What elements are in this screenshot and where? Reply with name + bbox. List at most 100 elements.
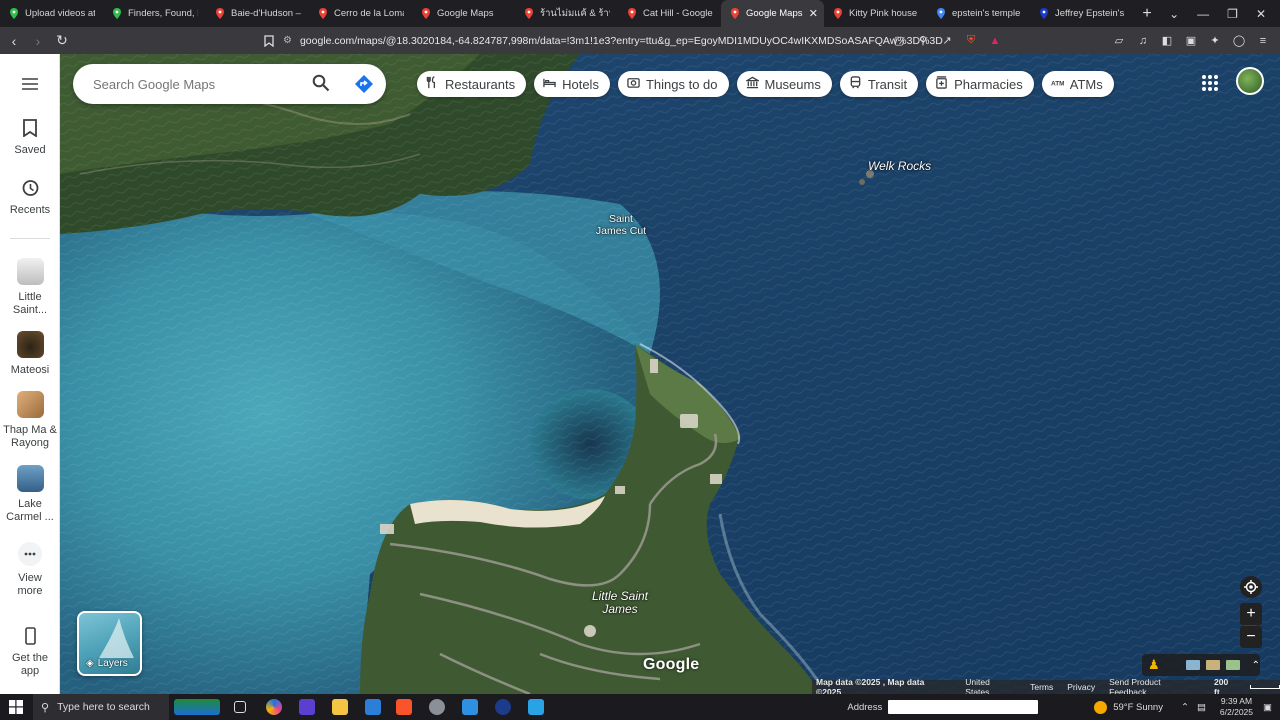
tray-chevron-icon[interactable]: ⌃ [1181, 702, 1189, 713]
copilot-icon[interactable] [266, 699, 282, 715]
layers-button[interactable]: ◈ Layers [77, 611, 142, 676]
zoom-icon[interactable]: ⚲ [916, 34, 930, 48]
map-canvas[interactable] [60, 54, 1280, 694]
browser-tab[interactable]: Finders, Found, Fur [103, 0, 206, 27]
zoom-in-button[interactable]: + [1240, 603, 1262, 625]
chip-hotels[interactable]: Hotels [534, 71, 610, 97]
address-toolbar-input[interactable] [888, 700, 1039, 714]
app-icon-purple[interactable] [299, 699, 315, 715]
privacy-link[interactable]: Privacy [1067, 682, 1095, 692]
history-icon [20, 178, 40, 198]
chip-transit[interactable]: Transit [839, 71, 919, 97]
account-avatar[interactable] [1236, 67, 1264, 95]
browser-tab[interactable]: Cat Hill - Google M [618, 0, 721, 27]
chip-pharmacies[interactable]: Pharmacies [926, 71, 1034, 97]
brave-icon[interactable] [396, 699, 412, 715]
leo-icon[interactable]: ✦ [1208, 34, 1222, 48]
browser-tab[interactable]: Jeffrey Epstein's Pri [1030, 0, 1133, 27]
sidebar-item-recents[interactable]: Recents [0, 178, 60, 217]
extensions-icon[interactable]: ▱ [1112, 34, 1126, 48]
vscode-icon[interactable] [365, 699, 381, 715]
map-preview[interactable] [1225, 660, 1240, 670]
sidebar-item-label: Get the app [11, 652, 49, 677]
search-input[interactable] [93, 76, 293, 92]
browser-tab[interactable]: Google Maps [412, 0, 515, 27]
weather-text[interactable]: 59°F Sunny [1113, 702, 1163, 713]
terms-link[interactable]: Terms [1030, 682, 1053, 692]
chip-label: Museums [764, 76, 821, 92]
menu-button[interactable] [0, 74, 60, 100]
tab-title: Jeffrey Epstein's Pri [1055, 8, 1125, 19]
reload-icon[interactable]: ↻ [52, 31, 72, 51]
restore-icon[interactable]: ❐ [1227, 7, 1238, 21]
file-explorer-icon[interactable] [332, 699, 348, 715]
network-icon[interactable]: ▤ [1197, 702, 1206, 713]
browser-tab[interactable]: Baie-d'Hudson – Go [206, 0, 309, 27]
clock[interactable]: 9:39 AM 6/2/2025 [1220, 696, 1253, 718]
expand-up-icon[interactable]: ⌃ [1252, 660, 1260, 671]
weather-icon [1094, 700, 1108, 714]
back-icon[interactable]: ‹ [4, 31, 24, 51]
close-window-icon[interactable]: ✕ [1256, 7, 1266, 21]
chip-label: Hotels [562, 76, 599, 92]
train-icon [849, 76, 862, 92]
task-view-icon[interactable] [234, 701, 246, 713]
my-location-button[interactable] [1240, 576, 1262, 598]
chip-restaurants[interactable]: Restaurants [417, 71, 527, 97]
app-icon-gear[interactable] [429, 699, 445, 715]
browser-tab[interactable]: Kitty Pink house - G [824, 0, 927, 27]
music-icon[interactable]: ♫ [1136, 34, 1150, 48]
url-field[interactable]: ⚙ google.com/maps/@18.3020184,-64.824787… [283, 27, 943, 54]
map-label-welk-rocks[interactable]: Welk Rocks [868, 159, 931, 173]
tab-search-chevron-icon[interactable]: ⌄ [1169, 7, 1179, 21]
notifications-icon[interactable]: ▣ [1263, 702, 1272, 713]
sidebar-item-get-app[interactable]: Get the app [0, 626, 60, 678]
browser-tab[interactable]: Google Maps ✕ [721, 0, 824, 27]
sidebar-item-saved[interactable]: Saved [0, 118, 60, 157]
chip-things-to-do[interactable]: Things to do [617, 71, 729, 97]
sidebar-item-view-more[interactable]: View more [0, 542, 60, 598]
map-label-little-saint-james[interactable]: Little Saint James [585, 590, 655, 616]
bookmark-page-icon[interactable] [259, 31, 279, 51]
zoom-out-button[interactable]: − [1240, 626, 1262, 648]
google-apps-icon[interactable] [1201, 74, 1219, 92]
url-text: google.com/maps/@18.3020184,-64.824787,9… [299, 34, 943, 47]
browser-menu-icon[interactable]: ≡ [1256, 34, 1270, 48]
place-thumbnail [16, 331, 44, 358]
sidebar-item-lake-carmel[interactable]: Lake Carmel ... [0, 465, 60, 524]
browser-tab[interactable]: Cerro de la Loma L [309, 0, 412, 27]
new-tab-button[interactable]: + [1135, 5, 1159, 23]
app-icon-navy[interactable] [495, 699, 511, 715]
chip-museums[interactable]: Museums [736, 71, 832, 97]
brave-shield-icon[interactable]: ⛨ [964, 34, 978, 48]
minimize-icon[interactable]: — [1197, 7, 1209, 21]
browser-tab[interactable]: ร้านไม่มแค้ & ร้านเหล [515, 0, 618, 27]
satellite-preview[interactable] [1185, 660, 1200, 670]
pegman-icon[interactable]: ♟ [1148, 657, 1160, 673]
wallet-icon[interactable]: ▣ [1184, 34, 1198, 48]
chip-atms[interactable]: ATM ATMs [1041, 71, 1114, 97]
forward-icon[interactable]: › [28, 31, 48, 51]
sidebar-item-little-saint[interactable]: Little Saint... [0, 258, 60, 317]
tab-close-icon[interactable]: ✕ [809, 7, 818, 20]
terrain-preview[interactable] [1205, 660, 1220, 670]
browser-tab[interactable]: Upload videos at R [0, 0, 103, 27]
vpn-icon[interactable]: ◯ [1232, 34, 1246, 48]
app-icon-cyan[interactable] [528, 699, 544, 715]
browser-tab[interactable]: epstein's temple - G [927, 0, 1030, 27]
map-label-saint-james-cut[interactable]: Saint James Cut [592, 213, 650, 237]
sidebar-item-thap-ma[interactable]: Thap Ma & Rayong [0, 391, 60, 450]
site-info-icon[interactable]: ⚙ [283, 35, 292, 46]
windows-start-icon[interactable] [9, 700, 23, 719]
taskbar-search[interactable]: ⚲ Type here to search [33, 694, 169, 720]
layers-icon: ◈ [86, 658, 94, 669]
directions-icon[interactable] [354, 74, 374, 94]
sidebar-item-mateosi[interactable]: Mateosi [0, 331, 60, 377]
screen-icon[interactable]: ▢ [892, 34, 906, 48]
beach-widget-icon[interactable] [174, 699, 220, 715]
sidebar-toggle-icon[interactable]: ◧ [1160, 34, 1174, 48]
brave-rewards-icon[interactable]: ▲ [988, 34, 1002, 48]
search-icon[interactable] [312, 74, 332, 94]
app-icon-blue[interactable] [462, 699, 478, 715]
share-icon[interactable]: ↗ [940, 34, 954, 48]
